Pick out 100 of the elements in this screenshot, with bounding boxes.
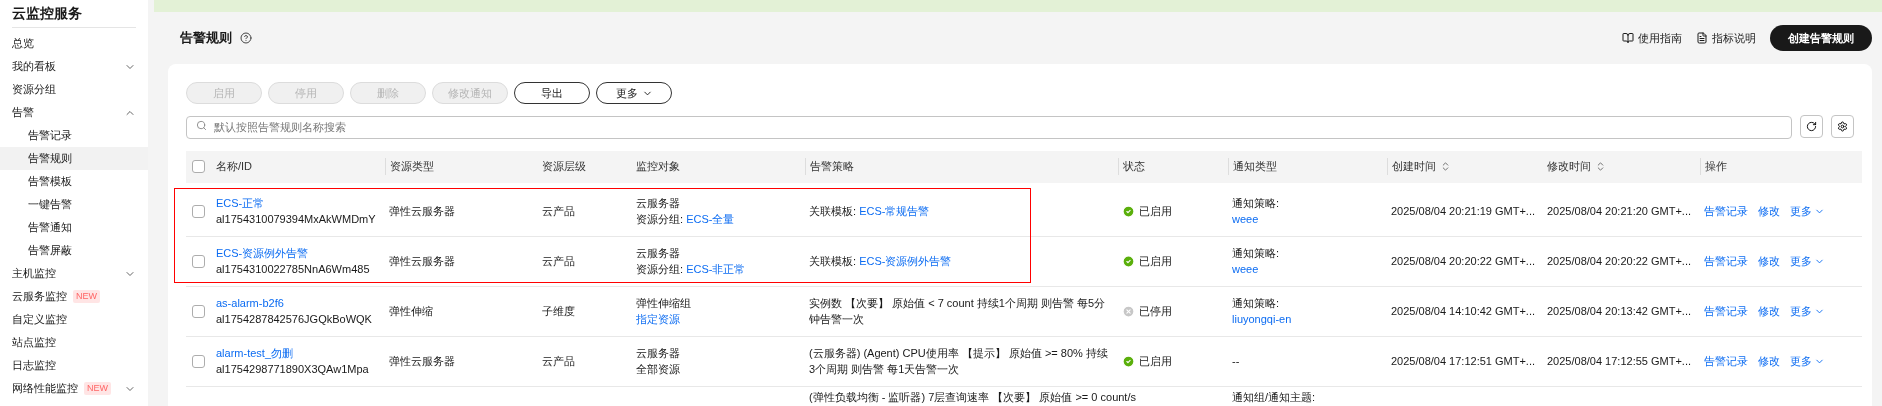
table-cell-text: (云服务器) (Agent) CPU使用率 【提示】 原始值 >= 80% 持续3个周期 则告警 每1天告警一次 <box>809 346 1109 377</box>
column-header: 状态 <box>1123 159 1145 175</box>
table-cell-text: 云服务器 <box>636 196 681 211</box>
sidebar-item[interactable]: 日志监控 <box>0 354 148 377</box>
action-link[interactable]: 告警记录 <box>1704 302 1748 320</box>
header-link[interactable]: 使用指南 <box>1622 29 1682 47</box>
field-label: 关联模板: <box>809 254 858 269</box>
table-cell-text: 2025/08/04 17:12:55 GMT+... <box>1547 354 1692 369</box>
checkbox[interactable] <box>192 354 205 368</box>
sidebar-item[interactable]: 告警记录 <box>0 124 148 147</box>
link[interactable]: ECS-非正常 <box>686 261 746 277</box>
sidebar-item[interactable]: 总览 <box>0 32 148 55</box>
sidebar-item[interactable]: 告警 <box>0 101 148 124</box>
status-text: 已启用 <box>1139 253 1172 269</box>
table-cell-text: 云产品 <box>542 254 576 269</box>
sort-icon[interactable] <box>1595 161 1606 172</box>
checkbox[interactable] <box>192 304 205 318</box>
more-link[interactable]: 更多 <box>1790 302 1825 320</box>
help-icon[interactable] <box>240 32 252 44</box>
sidebar-item[interactable]: 云服务监控 NEW <box>0 285 148 308</box>
field-label: 通知策略: <box>1232 246 1281 261</box>
sidebar-item[interactable]: 告警规则 <box>0 147 148 170</box>
rule-name-link[interactable]: ECS-正常 <box>216 195 381 211</box>
checkbox[interactable] <box>192 254 205 268</box>
toolbar-button[interactable]: 更多 <box>596 82 672 104</box>
column-header[interactable]: 创建时间 <box>1392 158 1436 175</box>
table-cell-text: 弹性伸缩 <box>389 304 434 319</box>
new-badge: NEW <box>84 382 111 395</box>
field-label: 通知策略: <box>1232 296 1281 311</box>
column-header: 告警策略 <box>810 159 854 175</box>
link[interactable]: 指定资源 <box>636 311 680 327</box>
create-rule-button[interactable]: 创建告警规则 <box>1770 25 1872 51</box>
column-header: 资源类型 <box>390 159 434 175</box>
rule-id: al1754287842576JGQkBoWQK <box>216 312 373 327</box>
field-label: 资源分组: <box>636 262 685 277</box>
sidebar-item[interactable]: 站点监控 <box>0 331 148 354</box>
checkbox[interactable] <box>192 204 205 218</box>
more-link[interactable]: 更多 <box>1790 252 1825 270</box>
sidebar-item[interactable]: 告警通知 <box>0 216 148 239</box>
link[interactable]: weee <box>1232 211 1259 227</box>
table-cell-text: -- <box>1232 354 1241 369</box>
field-label: 关联模板: <box>809 204 858 219</box>
toolbar-button[interactable]: 导出 <box>514 82 590 104</box>
table-cell-text: 2025/08/04 14:10:42 GMT+... <box>1391 304 1536 319</box>
column-header: 资源层级 <box>542 159 586 175</box>
refresh-button[interactable] <box>1800 114 1823 138</box>
rule-id: al1754310079394MxAkWMDmY <box>216 212 377 227</box>
link[interactable]: ECS-常规告警 <box>859 203 930 219</box>
action-link[interactable]: 修改 <box>1758 302 1780 320</box>
rule-name-link[interactable]: ECS-资源例外告警 <box>216 245 381 261</box>
action-link[interactable]: 修改 <box>1758 202 1780 220</box>
table-cell-text: 2025/08/04 17:12:51 GMT+... <box>1391 354 1536 369</box>
sidebar-item[interactable]: 一键告警 <box>0 193 148 216</box>
sidebar-item[interactable]: 告警模板 <box>0 170 148 193</box>
field-label: 通知策略: <box>1232 196 1281 211</box>
rule-name-link[interactable]: as-alarm-b2f6 <box>216 295 381 311</box>
column-header: 通知类型 <box>1233 159 1277 175</box>
sidebar-item[interactable]: 网络性能监控 NEW <box>0 377 148 400</box>
checkbox[interactable] <box>192 160 205 173</box>
table-cell-text: 2025/08/04 20:21:20 GMT+... <box>1547 204 1692 219</box>
link[interactable]: ECS-资源例外告警 <box>859 253 952 269</box>
table-cell-text: 弹性云服务器 <box>389 204 456 219</box>
action-link[interactable]: 告警记录 <box>1704 202 1748 220</box>
search-field[interactable]: 默认按照告警规则名称搜索 <box>186 115 1792 139</box>
new-badge: NEW <box>73 290 100 303</box>
table-cell-text: 2025/08/04 20:20:22 GMT+... <box>1547 254 1692 269</box>
link[interactable]: weee <box>1232 261 1259 277</box>
link[interactable]: ECS-全量 <box>686 211 735 227</box>
action-link[interactable]: 告警记录 <box>1704 352 1748 370</box>
sidebar-item[interactable]: 资源分组 <box>0 78 148 101</box>
status-text: 已启用 <box>1139 353 1172 369</box>
table-cell-text: 云服务器 <box>636 246 681 261</box>
page-title: 告警规则 <box>180 29 232 48</box>
search-icon <box>196 120 207 131</box>
refresh-icon <box>1806 120 1817 132</box>
sidebar-item[interactable]: 自定义监控 <box>0 308 148 331</box>
action-link[interactable]: 告警记录 <box>1704 252 1748 270</box>
column-header[interactable]: 修改时间 <box>1547 158 1591 175</box>
column-header: 名称/ID <box>216 159 253 175</box>
table-cell-text: 子维度 <box>542 304 576 319</box>
more-link[interactable]: 更多 <box>1790 352 1825 370</box>
link[interactable]: liuyongqi-en <box>1232 311 1292 327</box>
table-cell: 通知组/通知主题: <box>1232 390 1316 403</box>
table-cell-text: 全部资源 <box>636 362 681 377</box>
action-link[interactable]: 修改 <box>1758 352 1780 370</box>
status-text: 已停用 <box>1139 303 1172 319</box>
sidebar-item[interactable]: 主机监控 <box>0 262 148 285</box>
field-label: 资源分组: <box>636 212 685 227</box>
settings-button[interactable] <box>1831 114 1854 138</box>
more-link[interactable]: 更多 <box>1790 202 1825 220</box>
settings-icon <box>1837 120 1848 132</box>
sidebar-item[interactable]: 告警屏蔽 <box>0 239 148 262</box>
rule-name-link[interactable]: alarm-test_勿删 <box>216 345 381 361</box>
table-cell-text: 云产品 <box>542 204 576 219</box>
action-link[interactable]: 修改 <box>1758 252 1780 270</box>
column-header: 监控对象 <box>636 159 680 175</box>
sort-icon[interactable] <box>1440 161 1451 172</box>
table-cell: (弹性负载均衡 - 监听器) 7层查询速率 【次要】 原始值 >= 0 count/s <box>809 390 1136 403</box>
sidebar-item[interactable]: 我的看板 <box>0 55 148 78</box>
header-link[interactable]: 指标说明 <box>1696 29 1756 47</box>
